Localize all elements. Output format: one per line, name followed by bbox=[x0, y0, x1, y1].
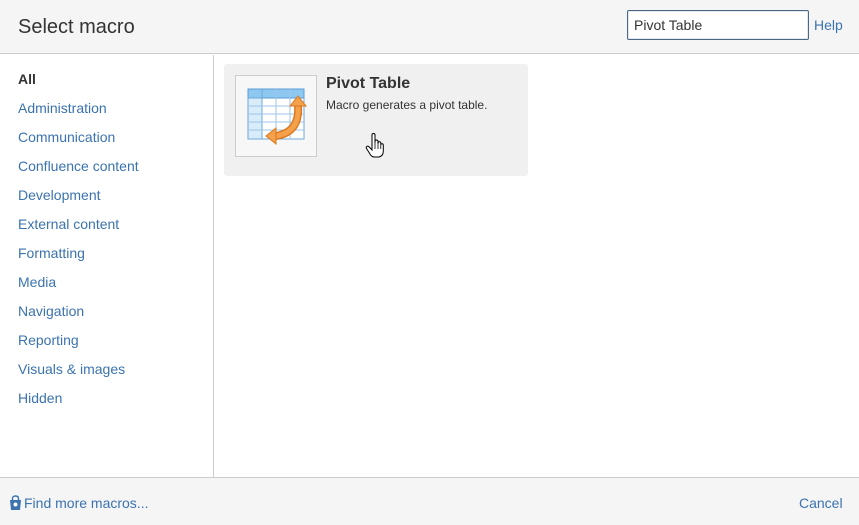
dialog-footer: Find more macros... Cancel bbox=[0, 477, 859, 525]
macro-search-input[interactable] bbox=[627, 10, 809, 40]
category-external-content[interactable]: External content bbox=[0, 214, 213, 243]
macro-description: Macro generates a pivot table. bbox=[326, 98, 488, 112]
find-more-macros-link[interactable]: Find more macros... bbox=[9, 495, 148, 511]
find-more-macros-label: Find more macros... bbox=[24, 495, 149, 511]
dialog-title: Select macro bbox=[18, 16, 135, 38]
macro-name: Pivot Table bbox=[326, 75, 411, 92]
cancel-button[interactable]: Cancel bbox=[799, 495, 843, 511]
macro-results: Pivot Table Macro generates a pivot tabl… bbox=[215, 55, 859, 477]
category-formatting[interactable]: Formatting bbox=[0, 243, 213, 272]
hand-pointer-icon bbox=[365, 132, 385, 159]
category-sidebar: All Administration Communication Conflue… bbox=[0, 55, 214, 477]
category-administration[interactable]: Administration bbox=[0, 98, 213, 127]
category-communication[interactable]: Communication bbox=[0, 127, 213, 156]
category-navigation[interactable]: Navigation bbox=[0, 301, 213, 330]
category-confluence-content[interactable]: Confluence content bbox=[0, 156, 213, 185]
pivot-table-icon bbox=[235, 75, 317, 157]
category-all[interactable]: All bbox=[0, 69, 213, 98]
category-list: All Administration Communication Conflue… bbox=[0, 55, 213, 417]
macro-card-pivot-table[interactable]: Pivot Table Macro generates a pivot tabl… bbox=[224, 64, 528, 176]
category-development[interactable]: Development bbox=[0, 185, 213, 214]
select-macro-dialog: Select macro Help All Administration Com… bbox=[0, 0, 859, 525]
category-hidden[interactable]: Hidden bbox=[0, 388, 213, 417]
dialog-header: Select macro Help bbox=[0, 0, 859, 54]
help-link[interactable]: Help bbox=[814, 17, 843, 33]
shopping-bag-icon bbox=[10, 495, 21, 510]
category-media[interactable]: Media bbox=[0, 272, 213, 301]
category-visuals-images[interactable]: Visuals & images bbox=[0, 359, 213, 388]
category-reporting[interactable]: Reporting bbox=[0, 330, 213, 359]
